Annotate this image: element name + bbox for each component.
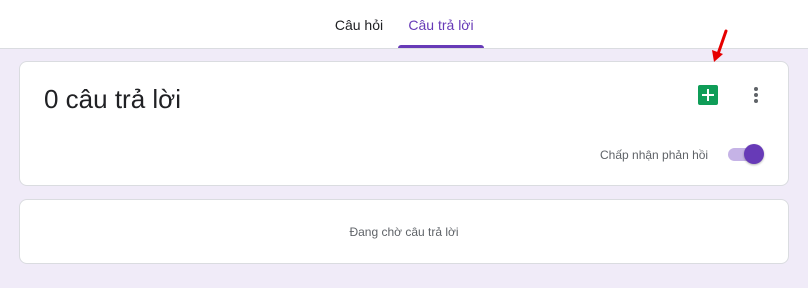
google-sheets-icon (698, 85, 718, 105)
accept-responses-label: Chấp nhận phản hồi (600, 148, 709, 162)
tab-questions[interactable]: Câu hỏi (326, 0, 392, 49)
accept-responses-toggle[interactable] (726, 143, 766, 165)
tab-responses[interactable]: Câu trả lời (398, 0, 484, 49)
top-tab-bar: Câu hỏi Câu trả lời (0, 0, 808, 49)
more-vert-icon (754, 87, 758, 103)
responses-summary-card: 0 câu trả lời Chấp nhận phản hồi (19, 61, 789, 186)
toggle-thumb (744, 144, 764, 164)
link-to-sheets-button[interactable] (690, 77, 726, 113)
waiting-responses-card: Đang chờ câu trả lời (19, 199, 789, 264)
more-options-button[interactable] (738, 77, 774, 113)
waiting-responses-text: Đang chờ câu trả lời (349, 224, 459, 239)
response-count-title: 0 câu trả lời (44, 84, 181, 114)
active-tab-indicator (398, 45, 484, 48)
